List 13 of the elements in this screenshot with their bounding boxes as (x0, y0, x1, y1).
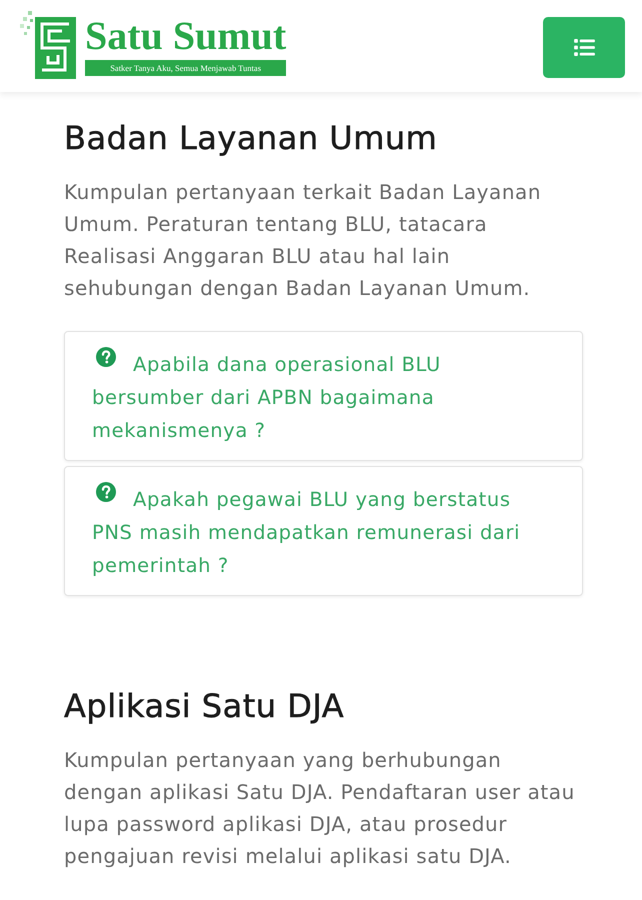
section-description: Kumpulan pertanyaan yang berhubungan dengan aplikasi Satu DJA. Pendaftaran user atau lupa password aplikasi DJA, atau prosedur pengajuan revisi melalui aplikasi satu DJA. (64, 747, 576, 870)
section-title: Badan Layanan Umum (64, 118, 438, 158)
menu-icon (574, 38, 594, 56)
logo-icon (20, 11, 76, 79)
section-title: Aplikasi Satu DJA (64, 686, 346, 726)
logo-title: Satu Sumut (85, 16, 286, 56)
section-description: Kumpulan pertanyaan terkait Badan Layanan Umum. Peraturan tentang BLU, tatacara Realisasi Anggaran BLU atau hal lain sehubungan dengan Badan Layanan Umum. (64, 179, 542, 302)
question-link[interactable]: Apakah pegawai BLU yang berstatus PNS masih mendapatkan remunerasi dari pemerintah ? (64, 466, 583, 596)
logo-tagline: Satker Tanya Aku, Semua Menjawab Tuntas (85, 60, 286, 76)
question-circle-icon (96, 347, 116, 367)
question-link[interactable]: Apabila dana operasional BLU bersumber dari APBN bagaimana mekanismenya ? (64, 331, 583, 461)
menu-button[interactable] (543, 16, 625, 78)
question-circle-icon (96, 482, 116, 502)
